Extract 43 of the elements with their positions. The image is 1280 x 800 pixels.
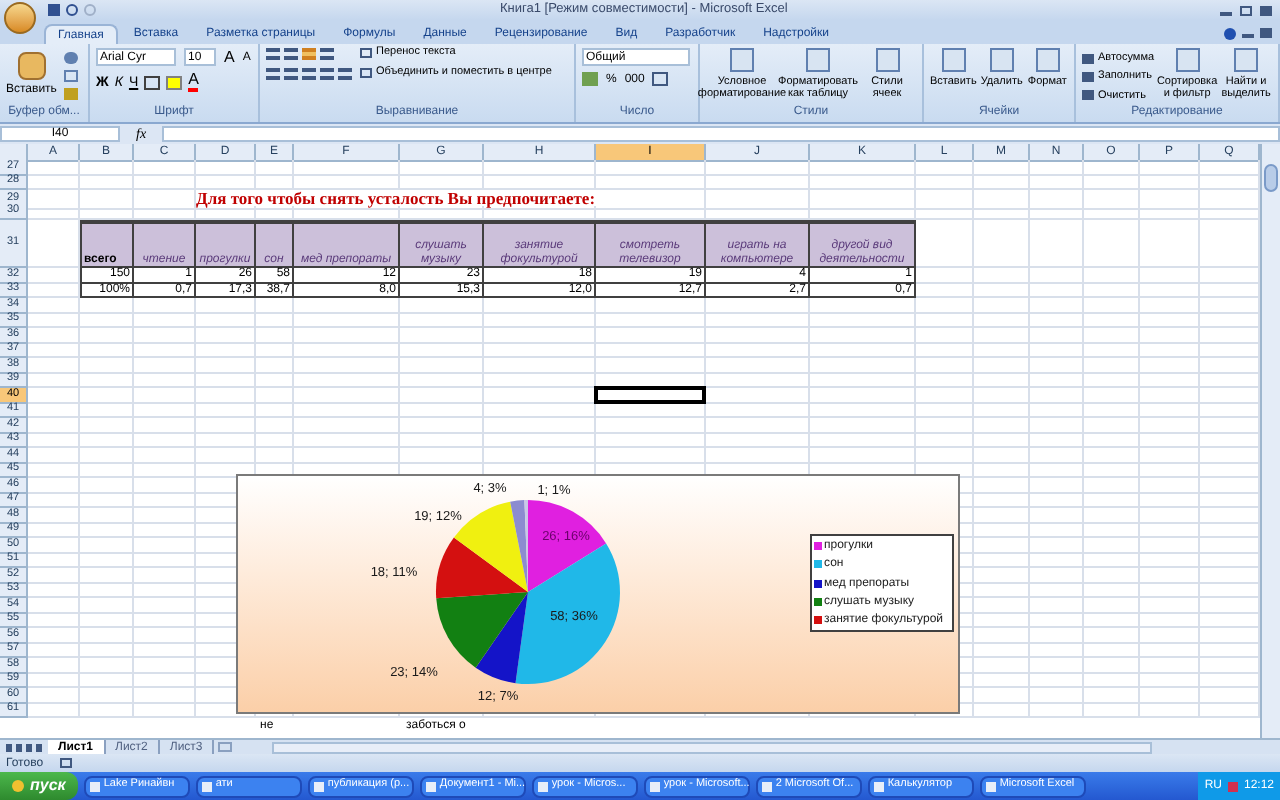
- wrap-icon: [360, 48, 372, 59]
- sum-icon: [1082, 53, 1094, 64]
- maximize-icon[interactable]: [1240, 5, 1252, 15]
- undo-icon[interactable]: [66, 4, 78, 16]
- app-icon: [89, 781, 100, 791]
- copy-icon[interactable]: [64, 70, 79, 82]
- app-icon: [873, 781, 884, 791]
- close-icon[interactable]: [1260, 5, 1272, 15]
- vertical-scrollbar[interactable]: [1260, 144, 1280, 738]
- clipboard-icon: [17, 52, 46, 80]
- scissors-icon[interactable]: [64, 52, 79, 64]
- app-icon: [985, 781, 996, 791]
- command-icon: [806, 48, 830, 72]
- grow-font-button[interactable]: A: [224, 49, 235, 65]
- command-icon: [730, 48, 754, 72]
- macro-icon[interactable]: [59, 758, 72, 768]
- font-color-button[interactable]: A: [188, 72, 199, 92]
- app-icon: [201, 781, 212, 791]
- fill-down-icon: [1082, 71, 1094, 82]
- command-icon: [989, 48, 1014, 72]
- formula-field[interactable]: [162, 126, 1280, 142]
- command-icon: [875, 48, 899, 72]
- app-icon: [425, 781, 436, 791]
- merge-icon: [360, 67, 372, 78]
- app-icon: [761, 781, 772, 791]
- office-button[interactable]: [4, 2, 36, 34]
- command-icon: [941, 48, 966, 72]
- command-icon: [1175, 48, 1200, 72]
- scroll-thumb[interactable]: [1264, 164, 1278, 192]
- eraser-icon: [1082, 90, 1094, 101]
- horizontal-scrollbar[interactable]: [272, 741, 1153, 753]
- help-icon[interactable]: [1224, 28, 1236, 40]
- app-icon: [537, 781, 548, 791]
- app-icon: [649, 781, 660, 791]
- fill-icon[interactable]: [166, 75, 183, 89]
- command-icon: [1035, 48, 1060, 72]
- decimal-icon[interactable]: [652, 72, 669, 86]
- minimize-icon[interactable]: [1220, 11, 1232, 15]
- border-icon[interactable]: [144, 75, 161, 89]
- table-title: Для того чтобы снять усталость Вы предпочитаете:: [196, 190, 706, 209]
- command-icon: [1234, 48, 1259, 72]
- windows-logo-icon: [12, 780, 24, 792]
- app-icon: [313, 781, 324, 791]
